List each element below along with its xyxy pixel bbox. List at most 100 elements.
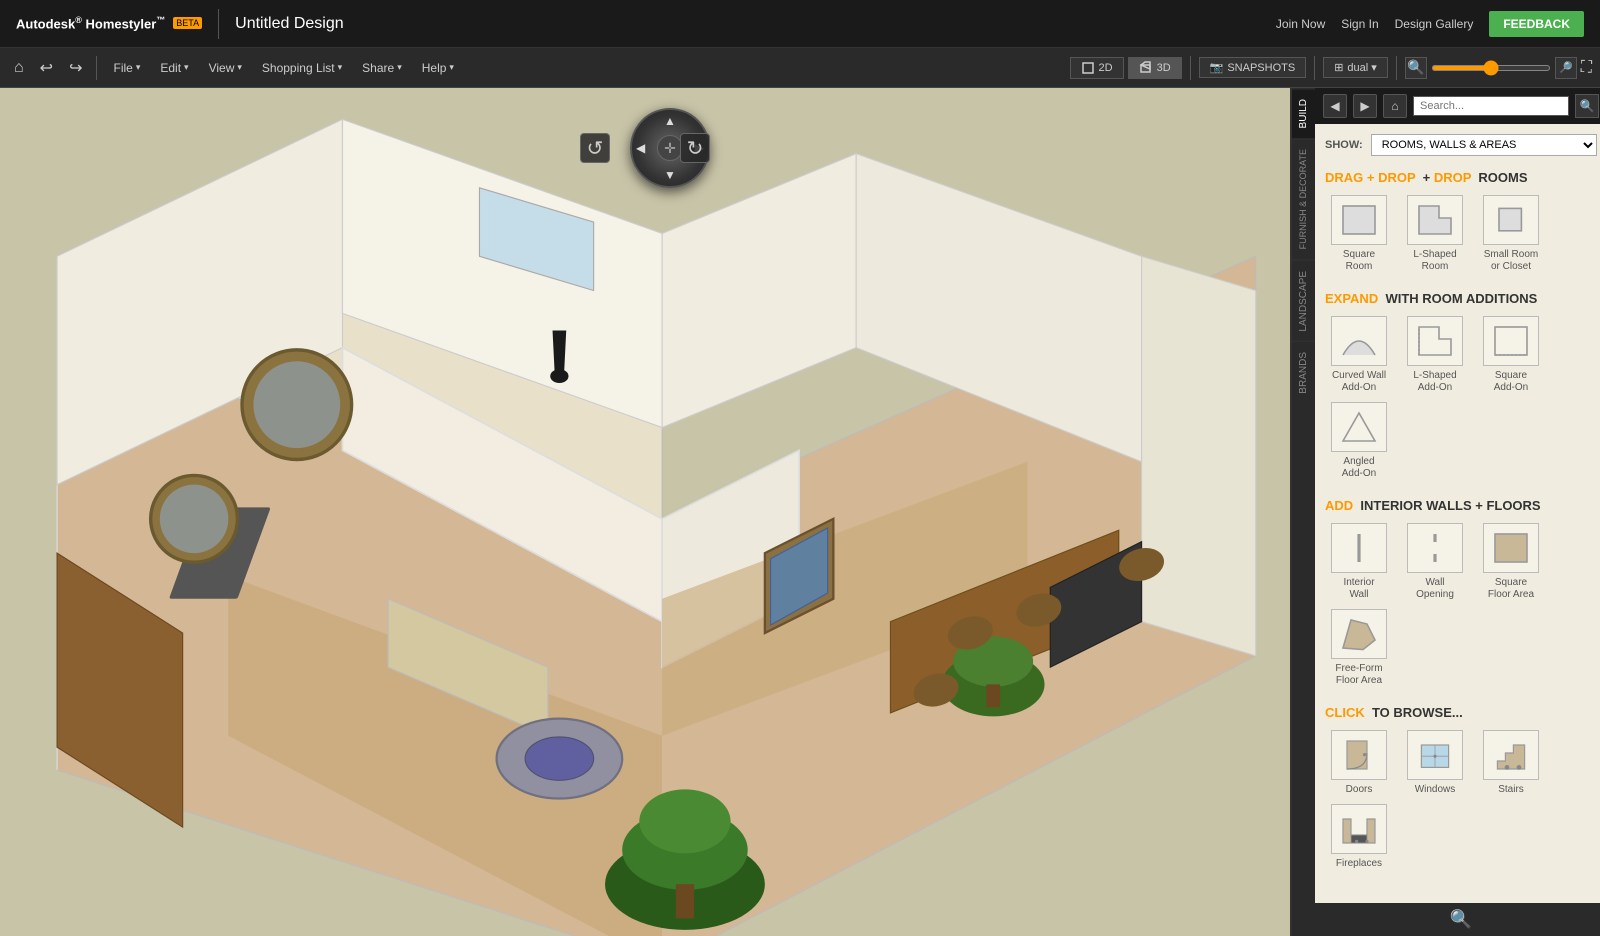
fireplaces-item[interactable]: Fireplaces: [1325, 804, 1393, 870]
redo-button[interactable]: ↪: [63, 54, 88, 82]
interior-walls-grid: InteriorWall WallOpening S: [1325, 523, 1597, 687]
nav-up-button[interactable]: ▲: [664, 114, 676, 128]
panel-forward-button[interactable]: ▶: [1353, 94, 1377, 118]
magnifier-button[interactable]: 🔍: [1450, 909, 1472, 930]
right-panel: BUILD FURNISH & DECORATE LANDSCAPE BRAND…: [1290, 88, 1600, 936]
square-addon-icon: [1483, 316, 1539, 366]
interior-walls-header: ADD INTERIOR WALLS + FLOORS: [1325, 498, 1597, 513]
fullscreen-button[interactable]: ⛶: [1581, 59, 1592, 77]
tab-furnish[interactable]: FURNISH & DECORATE: [1292, 138, 1315, 259]
rotate-left-button[interactable]: ↺: [580, 133, 610, 163]
wall-opening-item[interactable]: WallOpening: [1401, 523, 1469, 601]
sign-in-link[interactable]: Sign In: [1341, 17, 1378, 31]
top-bar: Autodesk® Homestyler™ BETA Untitled Desi…: [0, 0, 1600, 48]
zoom-out-button[interactable]: 🔍: [1405, 57, 1427, 79]
panel-home-button[interactable]: ⌂: [1383, 94, 1407, 118]
logo-area: Autodesk® Homestyler™ BETA: [16, 15, 202, 31]
square-floor-label: SquareFloor Area: [1488, 577, 1534, 601]
right-tab-labels: BUILD FURNISH & DECORATE LANDSCAPE BRAND…: [1292, 88, 1315, 936]
wall-opening-icon: [1407, 523, 1463, 573]
interior-wall-icon: [1331, 523, 1387, 573]
toolbar-separator-3: [1314, 56, 1315, 80]
square-room-icon: [1331, 195, 1387, 245]
panel-back-button[interactable]: ◀: [1323, 94, 1347, 118]
square-addon-item[interactable]: SquareAdd-On: [1477, 316, 1545, 394]
view-menu[interactable]: View ▾: [201, 57, 250, 79]
curved-wall-icon: [1331, 316, 1387, 366]
right-panel-top: ◀ ▶ ⌂ 🔍: [1315, 88, 1600, 124]
square-floor-item[interactable]: SquareFloor Area: [1477, 523, 1545, 601]
fireplaces-label: Fireplaces: [1336, 858, 1382, 870]
shopping-list-menu[interactable]: Shopping List ▾: [254, 57, 350, 79]
edit-menu[interactable]: Edit ▾: [152, 57, 196, 79]
curved-wall-item[interactable]: Curved WallAdd-On: [1325, 316, 1393, 394]
3d-view-button[interactable]: 3D: [1128, 57, 1182, 79]
panel-search-input[interactable]: [1413, 96, 1569, 116]
tab-brands[interactable]: BRANDS: [1292, 341, 1315, 404]
interior-wall-item[interactable]: InteriorWall: [1325, 523, 1393, 601]
show-row: SHOW: ROOMS, WALLS & AREAS FLOORS WALLS …: [1325, 134, 1597, 156]
square-room-label: SquareRoom: [1343, 249, 1375, 273]
freeform-floor-item[interactable]: Free-FormFloor Area: [1325, 609, 1393, 687]
home-button[interactable]: ⌂: [8, 55, 30, 81]
zoom-slider[interactable]: [1431, 65, 1551, 71]
browse-grid: Doors Windows: [1325, 730, 1597, 870]
angled-addon-label: AngledAdd-On: [1342, 456, 1376, 480]
zoom-in-button[interactable]: 🔎: [1555, 57, 1577, 79]
doors-label: Doors: [1346, 784, 1373, 796]
logo-divider: [218, 9, 219, 39]
snapshots-button[interactable]: 📷SNAPSHOTS: [1199, 57, 1307, 78]
curved-wall-label: Curved WallAdd-On: [1332, 370, 1386, 394]
small-room-item[interactable]: Small Roomor Closet: [1477, 195, 1545, 273]
logo-text: Autodesk® Homestyler™: [16, 15, 165, 31]
show-select[interactable]: ROOMS, WALLS & AREAS FLOORS WALLS ONLY A…: [1371, 134, 1597, 156]
2d-view-button[interactable]: 2D: [1070, 57, 1124, 79]
right-panel-magnifier: 🔍: [1315, 903, 1600, 936]
navigation-controls: ↺ ▲ ▼ ◀ ▶ ✛ ↻: [580, 108, 710, 188]
file-menu[interactable]: File ▾: [105, 57, 148, 79]
angled-addon-item[interactable]: AngledAdd-On: [1325, 402, 1393, 480]
nav-left-button[interactable]: ◀: [636, 141, 645, 155]
l-shaped-room-icon: [1407, 195, 1463, 245]
share-menu[interactable]: Share ▾: [354, 57, 410, 79]
show-label: SHOW:: [1325, 139, 1363, 151]
nav-down-button[interactable]: ▼: [664, 168, 676, 182]
toolbar: ⌂ ↩ ↪ File ▾ Edit ▾ View ▾ Shopping List…: [0, 48, 1600, 88]
freeform-floor-icon: [1331, 609, 1387, 659]
right-content: ◀ ▶ ⌂ 🔍 SHOW: ROOMS, WALLS & AREAS FLOOR…: [1315, 88, 1600, 936]
main-area: ↺ ▲ ▼ ◀ ▶ ✛ ↻ BUILD FURNISH & DECORATE L…: [0, 88, 1600, 936]
l-shaped-room-label: L-ShapedRoom: [1413, 249, 1456, 273]
freeform-floor-label: Free-FormFloor Area: [1335, 663, 1382, 687]
panel-search-button[interactable]: 🔍: [1575, 94, 1599, 118]
tab-landscape[interactable]: LANDSCAPE: [1292, 260, 1315, 342]
design-gallery-link[interactable]: Design Gallery: [1395, 17, 1474, 31]
join-now-link[interactable]: Join Now: [1276, 17, 1325, 31]
dual-button[interactable]: ⊞dual ▾: [1323, 57, 1388, 78]
expand-header: EXPAND WITH ROOM ADDITIONS: [1325, 291, 1597, 306]
windows-item[interactable]: Windows: [1401, 730, 1469, 796]
feedback-button[interactable]: FEEDBACK: [1489, 11, 1584, 37]
toolbar-separator-2: [1190, 56, 1191, 80]
doors-item[interactable]: Doors: [1325, 730, 1393, 796]
beta-badge: BETA: [173, 17, 202, 29]
canvas-area[interactable]: ↺ ▲ ▼ ◀ ▶ ✛ ↻: [0, 88, 1290, 936]
fireplaces-icon: [1331, 804, 1387, 854]
square-room-item[interactable]: SquareRoom: [1325, 195, 1393, 273]
windows-label: Windows: [1415, 784, 1456, 796]
l-shaped-addon-item[interactable]: L-ShapedAdd-On: [1401, 316, 1469, 394]
toolbar-separator: [96, 56, 97, 80]
stairs-icon: [1483, 730, 1539, 780]
l-shaped-room-item[interactable]: L-ShapedRoom: [1401, 195, 1469, 273]
right-tabs: BUILD FURNISH & DECORATE LANDSCAPE BRAND…: [1292, 88, 1600, 936]
rotate-right-button[interactable]: ↻: [680, 133, 710, 163]
top-right-links: Join Now Sign In Design Gallery FEEDBACK: [1276, 11, 1584, 37]
drag-drop-rooms-grid: SquareRoom L-ShapedRoom Sm: [1325, 195, 1597, 273]
zoom-controls: 🔍 🔎: [1405, 57, 1577, 79]
small-room-label: Small Roomor Closet: [1484, 249, 1538, 273]
stairs-item[interactable]: Stairs: [1477, 730, 1545, 796]
undo-button[interactable]: ↩: [34, 54, 59, 82]
l-shaped-addon-label: L-ShapedAdd-On: [1413, 370, 1456, 394]
help-menu[interactable]: Help ▾: [414, 57, 462, 79]
windows-icon: [1407, 730, 1463, 780]
tab-build[interactable]: BUILD: [1292, 88, 1315, 138]
